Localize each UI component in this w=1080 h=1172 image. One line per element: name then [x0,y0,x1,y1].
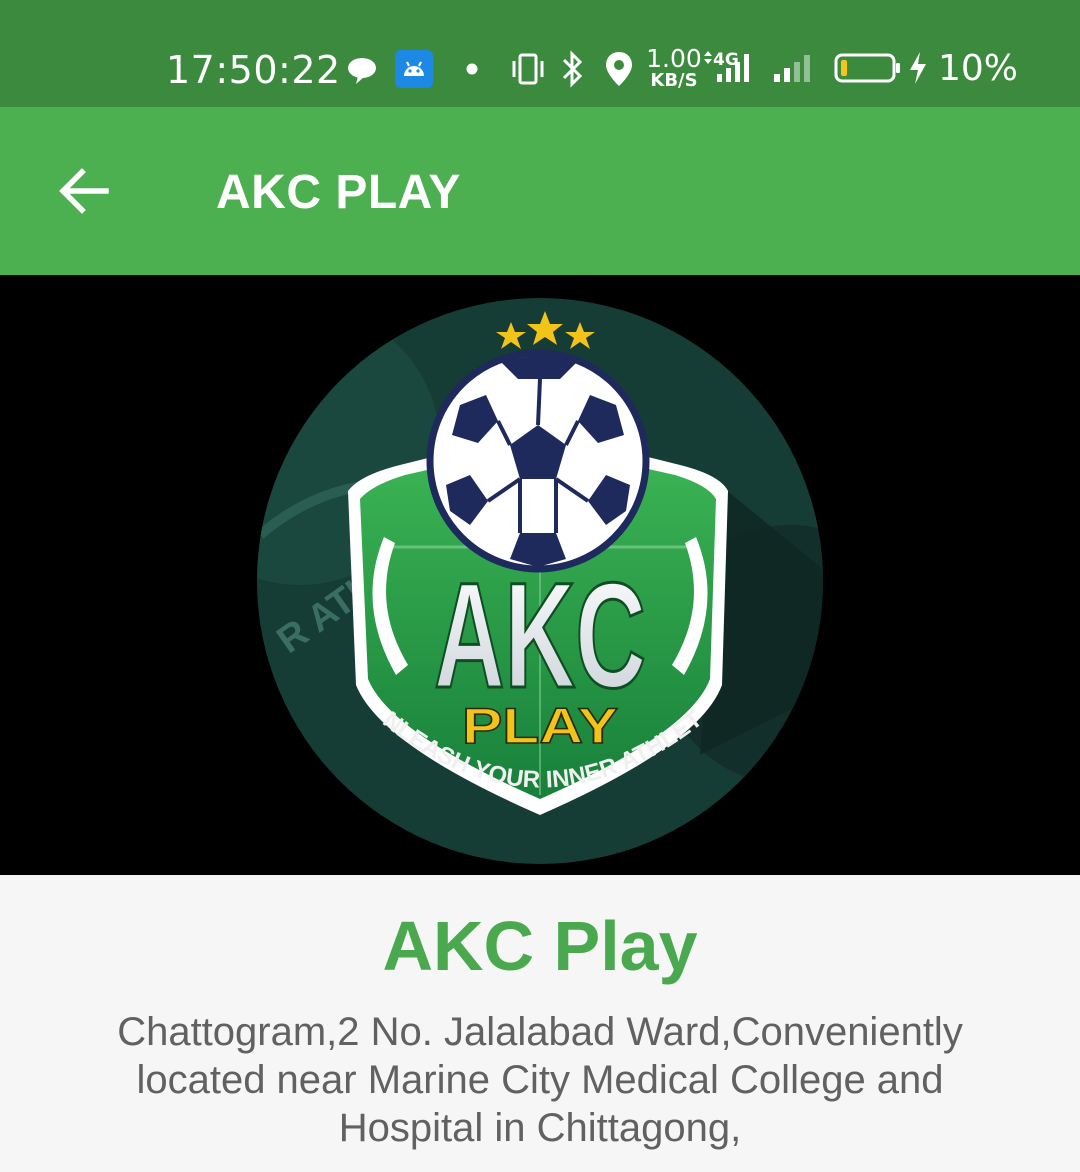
dot-icon [466,63,478,75]
venue-name: AKC Play [382,907,698,985]
network-speed-unit: KB/S [650,70,698,91]
logo-akc-text: AKC [434,551,646,719]
bluetooth-icon [562,50,583,88]
location-icon [606,52,632,86]
venue-banner: R ATHLETE [0,254,1080,875]
akc-play-logo: R ATHLETE [0,254,823,864]
signal-4g-icon [704,51,749,82]
android-debug-icon [395,50,433,88]
vibrate-icon [512,53,544,85]
app-bar: AKC PLAY [0,107,1080,275]
battery-icon [834,53,900,83]
status-time: 17:50:22 [166,48,341,92]
signal-icon [774,55,810,82]
arrow-left-icon[interactable] [50,157,118,225]
charging-icon [910,52,926,84]
logo-play-text: PLAY [462,698,618,754]
network-speed: 1.00 KB/S [646,46,702,90]
battery-percent: 10% [938,48,1019,89]
chat-bubble-icon [348,58,376,84]
venue-address: Chattogram,2 No. Jalalabad Ward,Convenie… [117,1010,963,1150]
network-speed-value: 1.00 [646,44,702,73]
page-title: AKC PLAY [216,166,461,219]
status-bar: 17:50:22 1.00 KB/S 4G 10% [0,0,1080,107]
